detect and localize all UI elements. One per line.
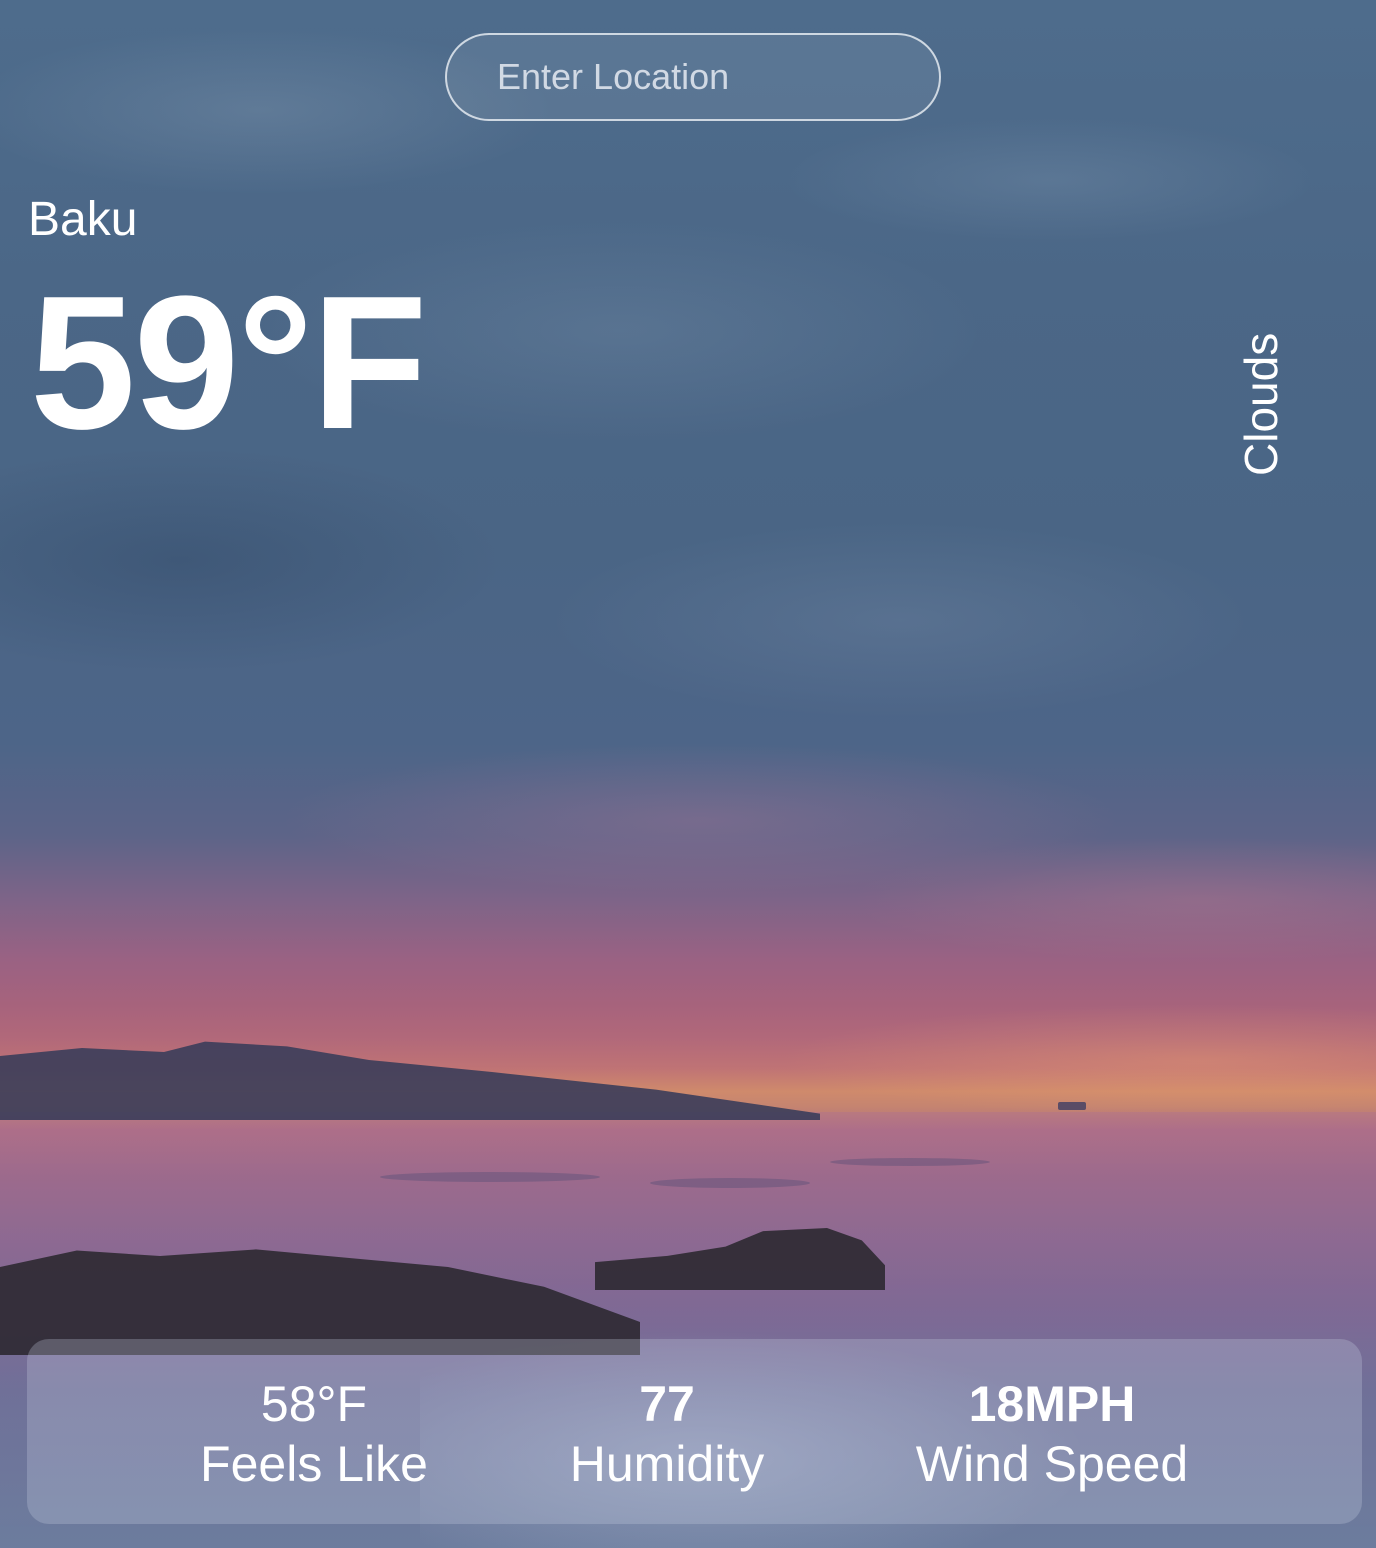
feels-like-label: Feels Like <box>200 1436 428 1492</box>
background-wave <box>830 1158 990 1166</box>
humidity-stat: 77 Humidity <box>517 1375 817 1495</box>
background-wave <box>380 1172 600 1182</box>
feels-like-stat: 58°F Feels Like <box>147 1375 481 1495</box>
humidity-value: 77 <box>639 1376 695 1432</box>
background-wave <box>650 1178 810 1188</box>
location-search-input[interactable] <box>445 33 941 121</box>
humidity-label: Humidity <box>569 1436 765 1492</box>
weather-condition: Clouds <box>1235 332 1287 476</box>
feels-like-value: 58°F <box>260 1376 368 1432</box>
wind-speed-value: 18MPH <box>968 1376 1136 1432</box>
wind-speed-stat: 18MPH Wind Speed <box>882 1375 1222 1495</box>
weather-app: Baku 59°F Clouds 58°F Feels Like 77 Humi… <box>0 0 1376 1548</box>
wind-speed-label: Wind Speed <box>915 1436 1189 1492</box>
weather-details-panel: 58°F Feels Like 77 Humidity 18MPH Wind S… <box>27 1339 1362 1524</box>
background-ship <box>1058 1102 1086 1110</box>
city-name: Baku <box>28 193 138 246</box>
current-temperature: 59°F <box>30 257 427 469</box>
